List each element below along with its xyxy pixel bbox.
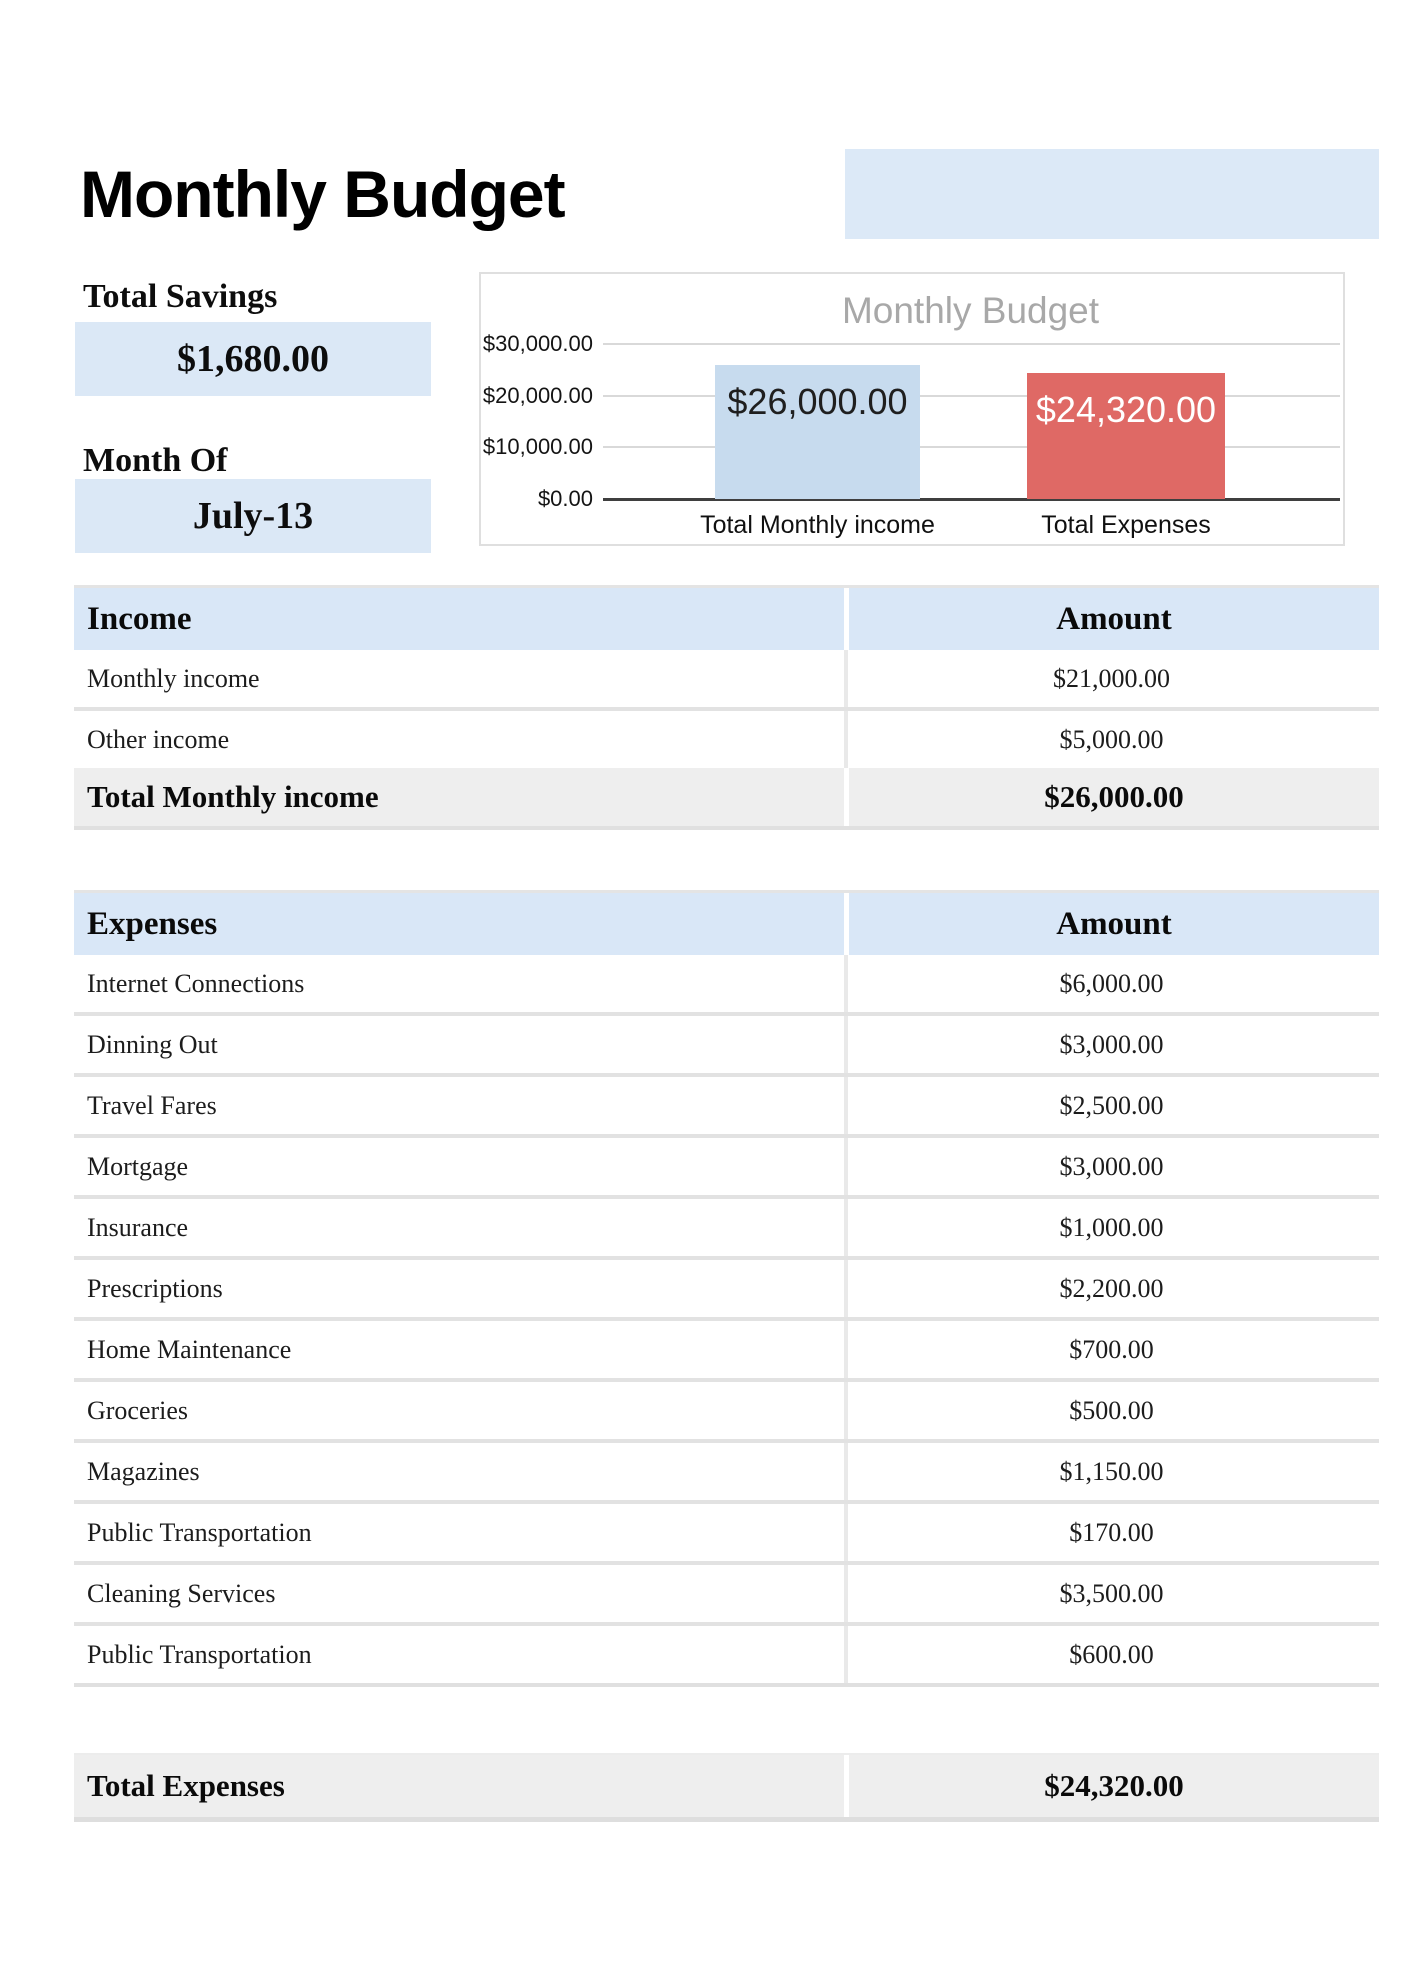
- total-amount-cell[interactable]: $26,000.00: [849, 768, 1379, 826]
- column-divider: [844, 1199, 848, 1256]
- total-savings-label: Total Savings: [83, 278, 277, 316]
- row-amount-cell[interactable]: $2,500.00: [844, 1077, 1379, 1134]
- column-divider: [844, 955, 848, 1012]
- amount-header-cell: Amount: [849, 588, 1379, 650]
- row-amount-cell[interactable]: $5,000.00: [844, 711, 1379, 768]
- row-label-cell: Travel Fares: [74, 1077, 844, 1134]
- y-axis-tick-label: $10,000.00: [481, 433, 593, 461]
- table-row: Public Transportation $600.00: [74, 1622, 1379, 1683]
- row-amount-cell[interactable]: $600.00: [844, 1626, 1379, 1683]
- row-label-cell: Internet Connections: [74, 955, 844, 1012]
- table-row: Insurance $1,000.00: [74, 1195, 1379, 1256]
- row-label-cell: Dinning Out: [74, 1016, 844, 1073]
- row-label-cell: Prescriptions: [74, 1260, 844, 1317]
- row-label-cell: Groceries: [74, 1382, 844, 1439]
- row-label-cell: Public Transportation: [74, 1626, 844, 1683]
- income-header-cell: Income: [74, 588, 844, 650]
- gridline: [603, 343, 1340, 345]
- table-row: Prescriptions $2,200.00: [74, 1256, 1379, 1317]
- column-divider: [844, 1565, 848, 1622]
- total-label-cell: Total Expenses: [74, 1755, 844, 1817]
- row-label-cell: Other income: [74, 711, 844, 768]
- row-amount-cell[interactable]: $170.00: [844, 1504, 1379, 1561]
- budget-document-page: Monthly Budget Total Savings $1,680.00 M…: [0, 0, 1424, 1968]
- empty-highlight-cell[interactable]: [845, 149, 1379, 239]
- row-label-cell: Public Transportation: [74, 1504, 844, 1561]
- expenses-table-header-row: Expenses Amount: [74, 893, 1379, 955]
- table-row: Travel Fares $2,500.00: [74, 1073, 1379, 1134]
- income-bar: $26,000.00: [715, 365, 920, 499]
- gridline: [603, 395, 1340, 397]
- expenses-table: Expenses Amount Internet Connections $6,…: [74, 890, 1379, 1687]
- column-divider: [844, 711, 848, 768]
- table-row: Magazines $1,150.00: [74, 1439, 1379, 1500]
- bar-value-label: $26,000.00: [715, 381, 920, 423]
- total-expenses-row: Total Expenses $24,320.00: [74, 1753, 1379, 1822]
- total-label-cell: Total Monthly income: [74, 768, 844, 826]
- chart-title: Monthly Budget: [601, 290, 1340, 332]
- column-divider: [844, 1504, 848, 1561]
- table-row: Groceries $500.00: [74, 1378, 1379, 1439]
- table-row: Dinning Out $3,000.00: [74, 1012, 1379, 1073]
- table-row: Monthly income $21,000.00: [74, 650, 1379, 707]
- row-amount-cell[interactable]: $500.00: [844, 1382, 1379, 1439]
- column-divider: [844, 1321, 848, 1378]
- row-amount-cell[interactable]: $3,500.00: [844, 1565, 1379, 1622]
- table-row: Mortgage $3,000.00: [74, 1134, 1379, 1195]
- x-axis-category-label: Total Expenses: [946, 511, 1306, 540]
- row-amount-cell[interactable]: $700.00: [844, 1321, 1379, 1378]
- budget-bar-chart[interactable]: Monthly Budget $30,000.00 $20,000.00 $10,0…: [479, 272, 1345, 546]
- table-row: Other income $5,000.00: [74, 707, 1379, 768]
- total-amount-cell[interactable]: $24,320.00: [849, 1755, 1379, 1817]
- column-divider: [844, 1382, 848, 1439]
- expenses-bar: $24,320.00: [1027, 373, 1225, 499]
- income-rows: Monthly income $21,000.00 Other income $…: [74, 650, 1379, 768]
- bar-value-label: $24,320.00: [1027, 389, 1225, 431]
- income-table-header-row: Income Amount: [74, 588, 1379, 650]
- table-row: Internet Connections $6,000.00: [74, 955, 1379, 1012]
- row-label-cell: Mortgage: [74, 1138, 844, 1195]
- column-divider: [844, 1260, 848, 1317]
- amount-header-cell: Amount: [849, 893, 1379, 955]
- row-label-cell: Magazines: [74, 1443, 844, 1500]
- row-amount-cell[interactable]: $6,000.00: [844, 955, 1379, 1012]
- total-savings-value-cell[interactable]: $1,680.00: [75, 322, 431, 396]
- row-label-cell: Home Maintenance: [74, 1321, 844, 1378]
- row-label-cell: Monthly income: [74, 650, 844, 707]
- table-row: Public Transportation $170.00: [74, 1500, 1379, 1561]
- income-table: Income Amount Monthly income $21,000.00 …: [74, 585, 1379, 830]
- column-divider: [844, 1443, 848, 1500]
- row-amount-cell[interactable]: $1,150.00: [844, 1443, 1379, 1500]
- column-divider: [844, 1077, 848, 1134]
- row-amount-cell[interactable]: $3,000.00: [844, 1016, 1379, 1073]
- gridline: [603, 446, 1340, 448]
- expenses-rows: Internet Connections $6,000.00 Dinning O…: [74, 955, 1379, 1683]
- column-divider: [844, 1016, 848, 1073]
- month-of-label: Month Of: [83, 442, 228, 480]
- table-row: Home Maintenance $700.00: [74, 1317, 1379, 1378]
- row-amount-cell[interactable]: $1,000.00: [844, 1199, 1379, 1256]
- row-amount-cell[interactable]: $21,000.00: [844, 650, 1379, 707]
- x-axis-category-label: Total Monthly income: [638, 511, 998, 540]
- y-axis-tick-label: $0.00: [481, 485, 593, 513]
- y-axis-tick-label: $30,000.00: [481, 330, 593, 358]
- expenses-total-row: Total Expenses $24,320.00: [74, 1755, 1379, 1817]
- page-title: Monthly Budget: [80, 156, 565, 232]
- y-axis-tick-label: $20,000.00: [481, 382, 593, 410]
- row-label-cell: Insurance: [74, 1199, 844, 1256]
- table-row: Cleaning Services $3,500.00: [74, 1561, 1379, 1622]
- column-divider: [844, 650, 848, 707]
- row-label-cell: Cleaning Services: [74, 1565, 844, 1622]
- column-divider: [844, 1138, 848, 1195]
- month-of-value-cell[interactable]: July-13: [75, 479, 431, 553]
- x-axis-line: [603, 498, 1340, 501]
- income-total-row: Total Monthly income $26,000.00: [74, 768, 1379, 826]
- column-divider: [844, 1626, 848, 1683]
- row-amount-cell[interactable]: $2,200.00: [844, 1260, 1379, 1317]
- row-amount-cell[interactable]: $3,000.00: [844, 1138, 1379, 1195]
- expenses-header-cell: Expenses: [74, 893, 844, 955]
